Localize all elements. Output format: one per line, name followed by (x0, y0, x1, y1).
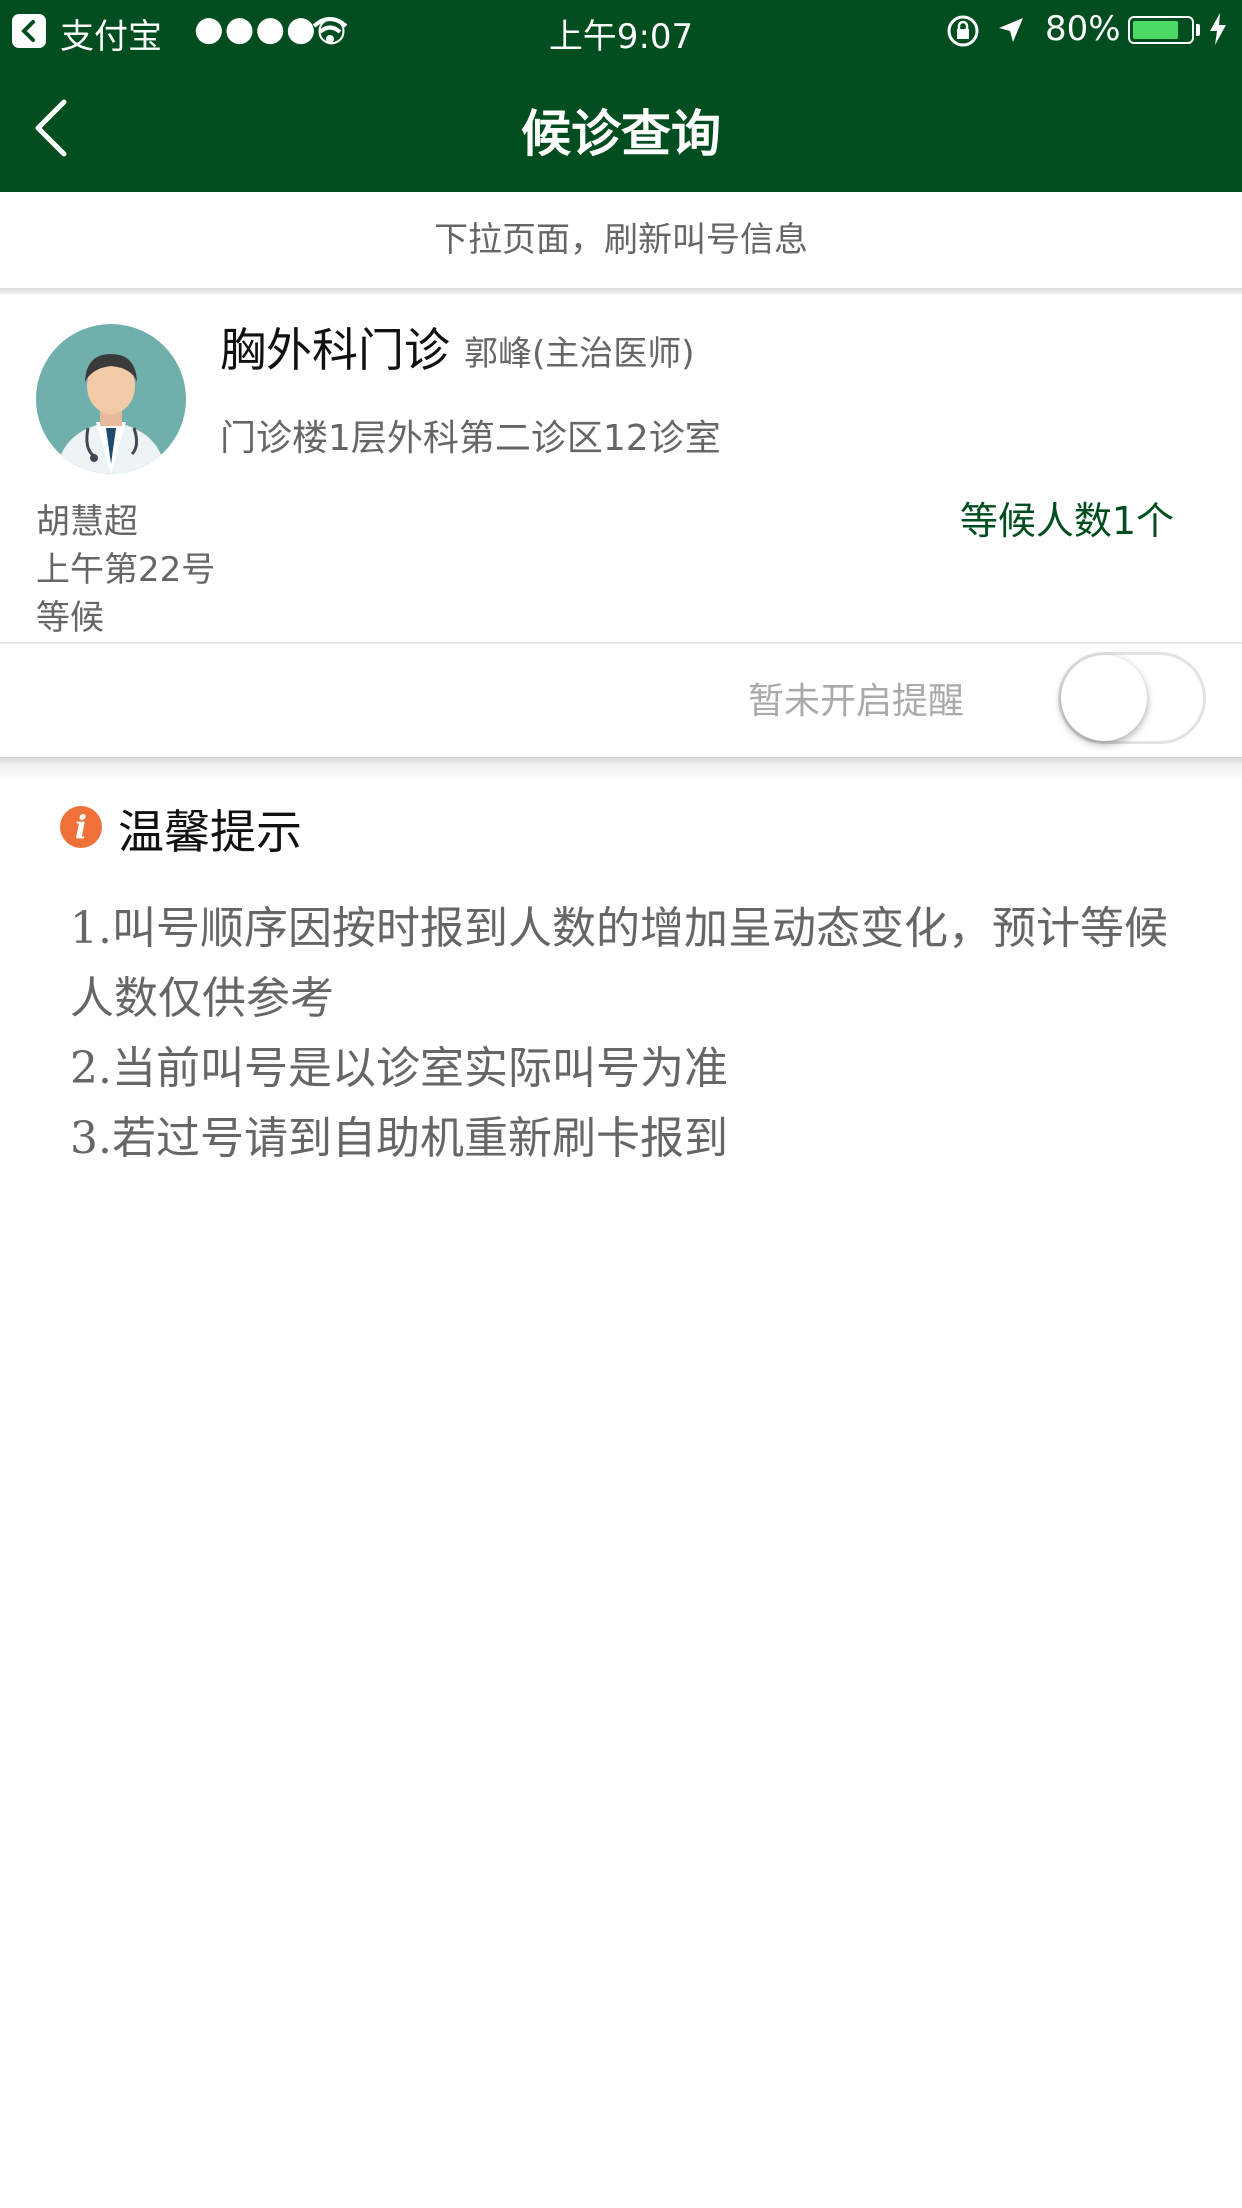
tip-item: 1.叫号顺序因按时报到人数的增加呈动态变化，预计等候人数仅供参考 (70, 903, 1168, 1024)
tip-item: 2.当前叫号是以诊室实际叫号为准 (70, 1043, 728, 1094)
battery-level-fill (1133, 21, 1178, 39)
battery-percent: 80% (1045, 9, 1121, 49)
section-divider (0, 757, 1242, 777)
queue-card: 胸外科门诊 郭峰(主治医师) 门诊楼1层外科第二诊区12诊室 胡慧超 上午第22… (0, 294, 1242, 757)
battery-nub (1196, 24, 1200, 36)
location-arrow-icon (996, 14, 1026, 54)
status-bar: 支付宝 ●●●●○ 上午9:07 80% (0, 0, 1242, 62)
page-title: 候诊查询 (521, 105, 721, 163)
toggle-knob (1061, 655, 1147, 741)
doctor-name: 郭峰(主治医师) (464, 334, 695, 374)
patient-name: 胡慧超 (36, 502, 138, 542)
queue-status: 等候 (36, 598, 104, 638)
waiting-count: 等候人数1个 (959, 499, 1174, 543)
orientation-lock-icon (946, 14, 980, 57)
queue-number: 上午第22号 (36, 550, 216, 590)
charging-bolt-icon (1208, 12, 1228, 55)
tips-list: 1.叫号顺序因按时报到人数的增加呈动态变化，预计等候人数仅供参考 2.当前叫号是… (70, 894, 1190, 1174)
tip-item: 3.若过号请到自助机重新刷卡报到 (70, 1113, 728, 1164)
card-divider (0, 642, 1242, 644)
info-icon: i (60, 806, 102, 848)
reminder-toggle[interactable] (1058, 652, 1206, 744)
tips-title: 温馨提示 (118, 805, 302, 859)
nav-bar: 候诊查询 (0, 62, 1242, 192)
doctor-avatar (36, 324, 186, 474)
clinic-location: 门诊楼1层外科第二诊区12诊室 (220, 418, 721, 459)
department-name: 胸外科门诊 (220, 323, 450, 377)
battery-icon (1128, 16, 1194, 44)
reminder-status-label: 暂未开启提醒 (748, 681, 965, 722)
pull-to-refresh-hint: 下拉页面，刷新叫号信息 (0, 192, 1242, 288)
